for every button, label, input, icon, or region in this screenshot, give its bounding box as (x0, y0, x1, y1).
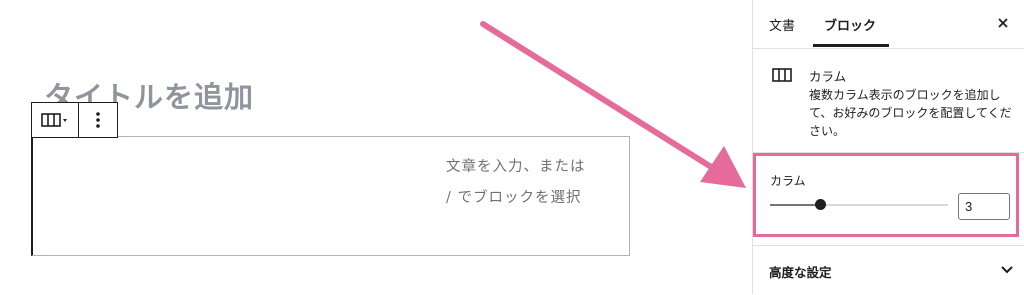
more-options-button[interactable] (79, 103, 117, 137)
block-card-title: カラム (809, 69, 847, 84)
more-vertical-icon (96, 112, 100, 128)
close-icon (998, 18, 1008, 28)
columns-icon (41, 113, 67, 127)
columns-count-input[interactable] (958, 193, 1010, 220)
close-sidebar-button[interactable] (993, 13, 1013, 33)
block-card-description: 複数カラム表示のブロックを追加して、お好みのブロックを配置してください。 (809, 88, 1012, 138)
columns-count-label: カラム (770, 174, 806, 188)
advanced-settings-panel[interactable]: 高度な設定 (753, 245, 1024, 295)
block-toolbar (31, 102, 118, 138)
columns-icon (772, 68, 792, 82)
columns-range-thumb[interactable] (814, 199, 826, 210)
columns-count-panel: カラム (753, 153, 1019, 237)
tab-block[interactable]: ブロック (824, 15, 876, 34)
editor-canvas: タイトルを追加 文章を入力、または / でブロックを選択 (0, 0, 752, 294)
column-paragraph-placeholder[interactable]: 文章を入力、または / でブロックを選択 (446, 152, 586, 214)
settings-sidebar: 文書 ブロック カラム 複数カラム表示のブロックを追加して、お好みのブロックを配… (752, 0, 1024, 294)
active-tab-indicator (813, 44, 889, 47)
block-card: カラム 複数カラム表示のブロックを追加して、お好みのブロックを配置してください。 (753, 49, 1024, 153)
tab-document[interactable]: 文書 (769, 15, 795, 34)
sidebar-tabs: 文書 ブロック (753, 0, 1024, 49)
columns-range-fill (770, 204, 820, 206)
chevron-down-icon (1001, 266, 1013, 274)
block-type-button[interactable] (32, 103, 79, 137)
advanced-settings-label: 高度な設定 (769, 265, 832, 280)
columns-range-track[interactable] (770, 199, 948, 210)
